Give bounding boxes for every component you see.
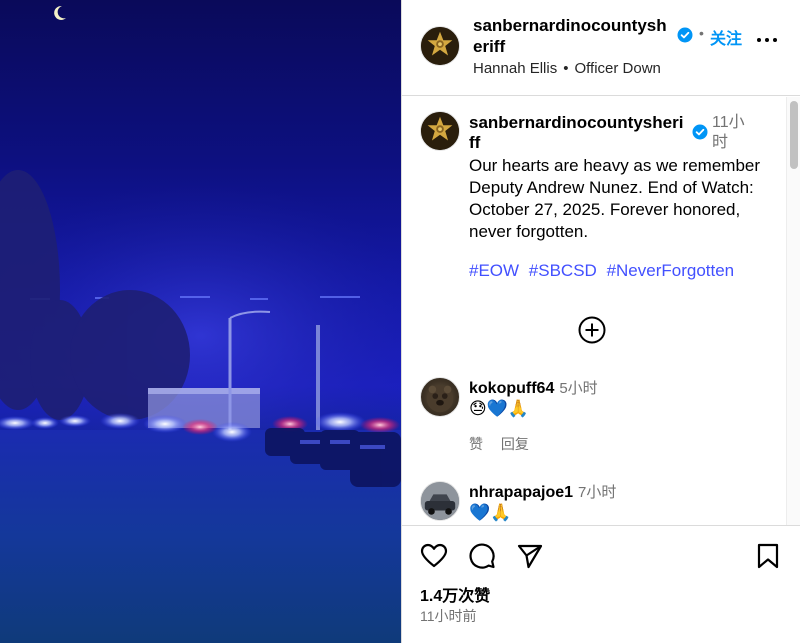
post-timestamp: 11小时前 <box>420 608 477 624</box>
post-photo[interactable] <box>0 0 401 643</box>
verified-badge-icon <box>677 27 693 43</box>
sheriff-badge-icon <box>421 112 459 150</box>
commenter-username[interactable]: nhrapapajoe1 7小时 <box>469 481 616 502</box>
caption-text: Our hearts are heavy as we remember Depu… <box>469 156 761 241</box>
header-separator-dot: • <box>699 25 704 41</box>
commenter-name[interactable]: nhrapapajoe1 <box>469 484 573 501</box>
audio-link[interactable]: Officer Down <box>574 60 660 77</box>
caption-username[interactable]: sanbernardinocountysheriff <box>469 113 687 153</box>
commenter-username[interactable]: kokopuff64 5小时 <box>469 377 598 398</box>
comment-reply-button[interactable]: 回复 <box>501 436 529 452</box>
comment-like-button[interactable]: 赞 <box>469 436 483 452</box>
comments-scrollbar[interactable] <box>786 97 800 525</box>
hashtag-link[interactable]: #NeverForgotten <box>607 261 735 280</box>
caption-avatar[interactable] <box>420 111 460 151</box>
profile-avatar[interactable] <box>420 26 460 66</box>
bookmark-icon[interactable] <box>754 542 782 570</box>
commenter-avatar[interactable] <box>420 481 460 521</box>
post-author-username[interactable]: sanbernardinocountysheriff <box>473 15 673 57</box>
follow-button[interactable]: 关注 <box>710 25 742 49</box>
post-actions-bar: 1.4万次赞 11小时前 <box>402 525 800 643</box>
likes-count[interactable]: 1.4万次赞 <box>420 582 490 606</box>
car-photo-icon <box>421 482 459 520</box>
subheader-separator: • <box>563 60 569 77</box>
hashtag-link[interactable]: #SBCSD <box>529 261 597 280</box>
verified-badge-icon <box>692 124 708 140</box>
caption-hashtags: #EOW #SBCSD #NeverForgotten <box>469 261 739 281</box>
scrollbar-thumb[interactable] <box>790 101 798 169</box>
night-police-scene-image <box>0 5 401 643</box>
commenter-avatar[interactable] <box>420 377 460 417</box>
comment-text: 😓💙🙏 <box>469 399 530 418</box>
comment-bubble-icon[interactable] <box>468 542 496 570</box>
comments-section[interactable]: sanbernardinocountysheriff 11小时 Our hear… <box>402 97 800 525</box>
comment-text: 💙🙏 <box>469 503 512 522</box>
more-options-icon[interactable] <box>756 30 778 50</box>
paper-plane-icon[interactable] <box>516 542 544 570</box>
post-subheader: Hannah Ellis • Officer Down <box>473 60 661 77</box>
comment-actions: 赞 回复 <box>469 434 543 454</box>
heart-icon[interactable] <box>420 542 448 570</box>
plus-circle-icon[interactable] <box>577 315 607 345</box>
hashtag-link[interactable]: #EOW <box>469 261 519 280</box>
sheriff-badge-icon <box>421 27 459 65</box>
caption-timestamp: 11小时 <box>712 114 745 151</box>
tagged-person-link[interactable]: Hannah Ellis <box>473 60 557 77</box>
post-header: sanbernardinocountysheriff • 关注 Hannah E… <box>402 0 800 96</box>
comment-timestamp: 7小时 <box>578 484 617 501</box>
dog-photo-icon <box>426 385 454 413</box>
post-side-panel: sanbernardinocountysheriff • 关注 Hannah E… <box>401 0 800 643</box>
comment-timestamp: 5小时 <box>559 380 598 397</box>
commenter-name[interactable]: kokopuff64 <box>469 380 554 397</box>
